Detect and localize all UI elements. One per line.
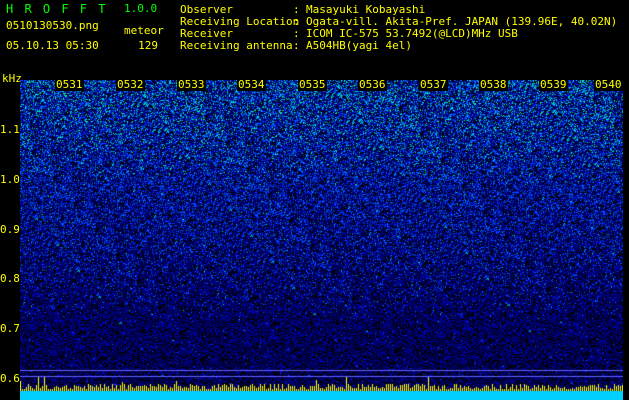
x-tick: 0534: [237, 78, 266, 91]
x-tick: 0531: [55, 78, 84, 91]
x-tick: 0536: [358, 78, 387, 91]
spectrogram-canvas: [20, 80, 623, 400]
antenna-value: A504HB(yagi 4el): [306, 39, 412, 52]
y-tick: 0.7: [0, 322, 20, 335]
x-tick: 0540: [594, 78, 623, 91]
capture-datetime: 05.10.13 05:30: [6, 39, 99, 52]
header-panel: H R O F F T 1.0.0 0510130530.png meteor …: [0, 0, 629, 78]
y-axis-unit: kHz: [2, 72, 22, 85]
y-tick: 0.9: [0, 223, 20, 236]
file-name: 0510130530.png: [6, 19, 99, 32]
y-tick: 0.6: [0, 372, 20, 385]
antenna-label: Receiving antenna: [180, 39, 293, 52]
y-tick: 1.0: [0, 173, 20, 186]
meteor-count: 129: [138, 39, 158, 52]
x-tick: 0535: [298, 78, 327, 91]
capture-type: meteor: [124, 24, 164, 37]
x-tick: 0537: [419, 78, 448, 91]
app-version: 1.0.0: [124, 2, 158, 15]
antenna-colon: :: [293, 39, 300, 52]
x-tick: 0538: [479, 78, 508, 91]
x-tick: 0533: [177, 78, 206, 91]
x-tick: 0539: [539, 78, 568, 91]
app-name: H R O F F T: [6, 2, 108, 16]
y-tick: 1.1: [0, 123, 20, 136]
y-tick: 0.8: [0, 272, 20, 285]
spectrogram-plot: [20, 80, 623, 400]
x-tick: 0532: [116, 78, 145, 91]
